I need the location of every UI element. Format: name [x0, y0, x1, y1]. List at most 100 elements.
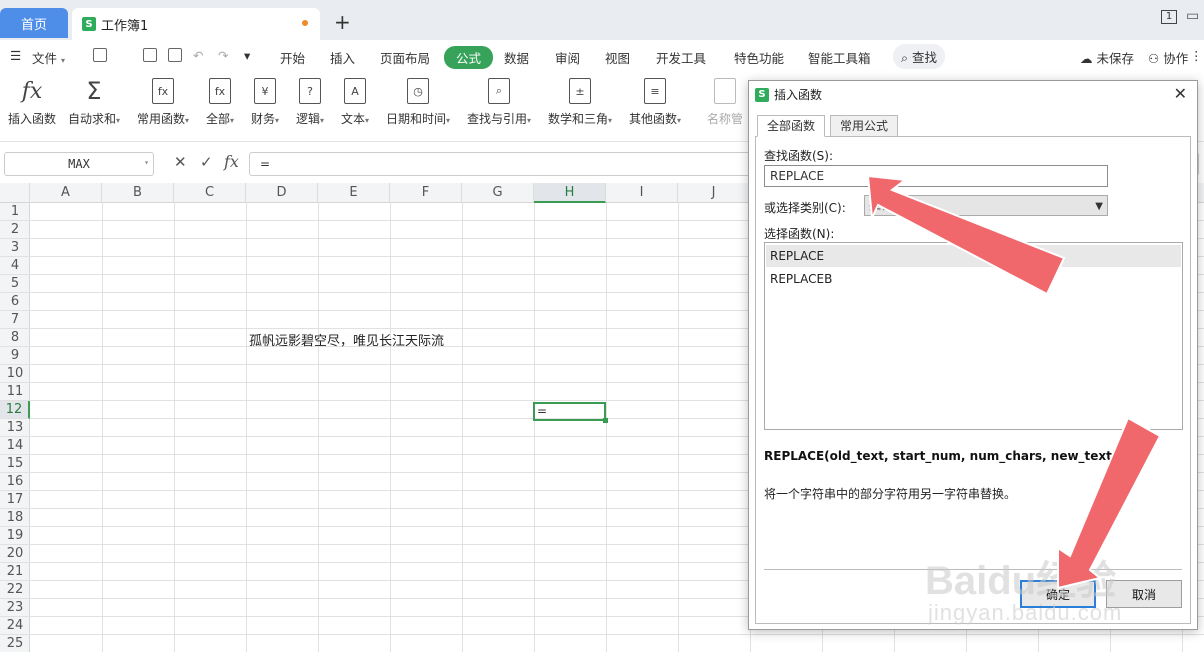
collaborate-button[interactable]: ⚇ 协作	[1148, 48, 1188, 67]
row-header[interactable]: 20	[0, 545, 30, 563]
function-list[interactable]: REPLACE REPLACEB	[764, 242, 1183, 430]
function-item-selected[interactable]: REPLACE	[766, 245, 1181, 267]
lookup-button[interactable]: ⌕ 查找与引用▾	[467, 78, 531, 127]
row-header[interactable]: 24	[0, 617, 30, 635]
active-cell-h12[interactable]: =	[533, 402, 608, 423]
row-header[interactable]: 19	[0, 527, 30, 545]
overflow-icon[interactable]: ▭	[1186, 8, 1199, 24]
row-header[interactable]: 7	[0, 311, 30, 329]
row-header[interactable]: 21	[0, 563, 30, 581]
row-header-selected[interactable]: 12	[0, 401, 30, 419]
insert-fx-icon[interactable]: fx	[224, 152, 239, 171]
search-button[interactable]: ⌕ 查找	[893, 44, 945, 69]
cloud-unsaved-icon[interactable]: ☁ 未保存	[1080, 48, 1134, 67]
print-preview-icon[interactable]	[168, 48, 182, 62]
row-header[interactable]: 1	[0, 203, 30, 221]
column-header[interactable]: B	[102, 183, 174, 203]
finance-button[interactable]: ¥ 财务▾	[251, 78, 279, 127]
text-button[interactable]: A 文本▾	[341, 78, 369, 127]
column-header[interactable]: C	[174, 183, 246, 203]
tab-home[interactable]: 首页	[0, 8, 68, 38]
name-manager-button[interactable]: 名称管	[707, 78, 743, 127]
column-header[interactable]: D	[246, 183, 318, 203]
cancel-icon[interactable]: ✕	[174, 153, 187, 171]
column-header-selected[interactable]: H	[534, 183, 606, 203]
row-header[interactable]: 15	[0, 455, 30, 473]
row-header[interactable]: 2	[0, 221, 30, 239]
autosum-button[interactable]: Σ 自动求和▾	[68, 77, 120, 127]
insert-function-button[interactable]: fx 插入函数	[8, 78, 56, 127]
select-all-corner[interactable]	[0, 183, 30, 203]
function-item[interactable]: REPLACEB	[766, 268, 1181, 290]
column-header[interactable]: A	[30, 183, 102, 203]
more-icon[interactable]: ▾	[244, 48, 250, 63]
menu-file[interactable]: 文件 ▾	[32, 48, 65, 67]
menu-review[interactable]: 审阅	[555, 48, 580, 67]
unsaved-indicator	[302, 20, 308, 26]
math-icon: ±	[569, 78, 592, 104]
category-select[interactable]: 推荐 ▼	[864, 195, 1108, 216]
row-header[interactable]: 25	[0, 635, 30, 652]
row-header[interactable]: 16	[0, 473, 30, 491]
menu-page-layout[interactable]: 页面布局	[380, 48, 430, 67]
tab-common-formulas[interactable]: 常用公式	[830, 115, 899, 137]
dialog-title-text: 插入函数	[774, 88, 823, 102]
column-header[interactable]: J	[678, 183, 750, 203]
menu-view[interactable]: 视图	[605, 48, 630, 67]
row-header[interactable]: 5	[0, 275, 30, 293]
row-header[interactable]: 3	[0, 239, 30, 257]
column-header[interactable]: F	[390, 183, 462, 203]
column-header[interactable]: G	[462, 183, 534, 203]
menu-special[interactable]: 特色功能	[734, 48, 784, 67]
save-icon[interactable]	[93, 48, 107, 62]
menu-formula[interactable]: 公式	[444, 46, 494, 69]
undo-icon[interactable]: ↶	[193, 48, 203, 63]
dialog-title: S 插入函数	[755, 86, 822, 103]
row-header[interactable]: 13	[0, 419, 30, 437]
menu-developer[interactable]: 开发工具	[656, 48, 706, 67]
window-count-badge[interactable]: 1	[1161, 10, 1177, 24]
cell-d8[interactable]: 孤帆远影碧空尽，唯见长江天际流	[249, 330, 444, 349]
close-icon[interactable]: ✕	[1174, 84, 1187, 103]
row-header[interactable]: 8	[0, 329, 30, 347]
grid-vline	[246, 203, 247, 652]
redo-icon[interactable]: ↷	[218, 48, 228, 63]
column-header[interactable]: E	[318, 183, 390, 203]
column-header[interactable]: I	[606, 183, 678, 203]
new-tab-plus-icon[interactable]: +	[334, 10, 351, 34]
check-icon[interactable]: ✓	[200, 153, 213, 171]
row-header[interactable]: 14	[0, 437, 30, 455]
grid-hline	[30, 634, 1204, 635]
logic-button[interactable]: ? 逻辑▾	[296, 78, 324, 127]
tab-all-functions[interactable]: 全部函数	[757, 115, 826, 137]
name-box[interactable]: MAX ▾	[4, 152, 154, 176]
row-header[interactable]: 4	[0, 257, 30, 275]
datetime-button[interactable]: ◷ 日期和时间▾	[386, 78, 450, 127]
row-header[interactable]: 17	[0, 491, 30, 509]
tab-workbook[interactable]: S 工作簿1	[72, 8, 320, 40]
menu-insert[interactable]: 插入	[330, 48, 355, 67]
other-functions-button[interactable]: ≡ 其他函数▾	[629, 78, 681, 127]
fx-icon: fx	[21, 78, 43, 104]
common-functions-button[interactable]: fx 常用函数▾	[137, 78, 189, 127]
row-header[interactable]: 10	[0, 365, 30, 383]
menu-start[interactable]: 开始	[280, 48, 305, 67]
row-header[interactable]: 9	[0, 347, 30, 365]
tab-workbook-label: 工作簿1	[101, 18, 149, 34]
more-menu-icon[interactable]: ⋮	[1190, 48, 1203, 63]
row-header[interactable]: 23	[0, 599, 30, 617]
menu-data[interactable]: 数据	[504, 48, 529, 67]
row-header[interactable]: 18	[0, 509, 30, 527]
print-icon[interactable]	[143, 48, 157, 62]
row-header[interactable]: 11	[0, 383, 30, 401]
fill-handle[interactable]	[603, 418, 608, 423]
row-header[interactable]: 22	[0, 581, 30, 599]
all-functions-button[interactable]: fx 全部▾	[206, 78, 234, 127]
grid-vline	[462, 203, 463, 652]
row-header[interactable]: 6	[0, 293, 30, 311]
math-button[interactable]: ± 数学和三角▾	[548, 78, 612, 127]
chevron-down-icon: ▼	[1095, 201, 1103, 212]
menu-smart-tools[interactable]: 智能工具箱	[808, 48, 871, 67]
function-search-input[interactable]: REPLACE	[764, 165, 1108, 187]
hamburger-icon[interactable]: ☰	[10, 48, 21, 63]
